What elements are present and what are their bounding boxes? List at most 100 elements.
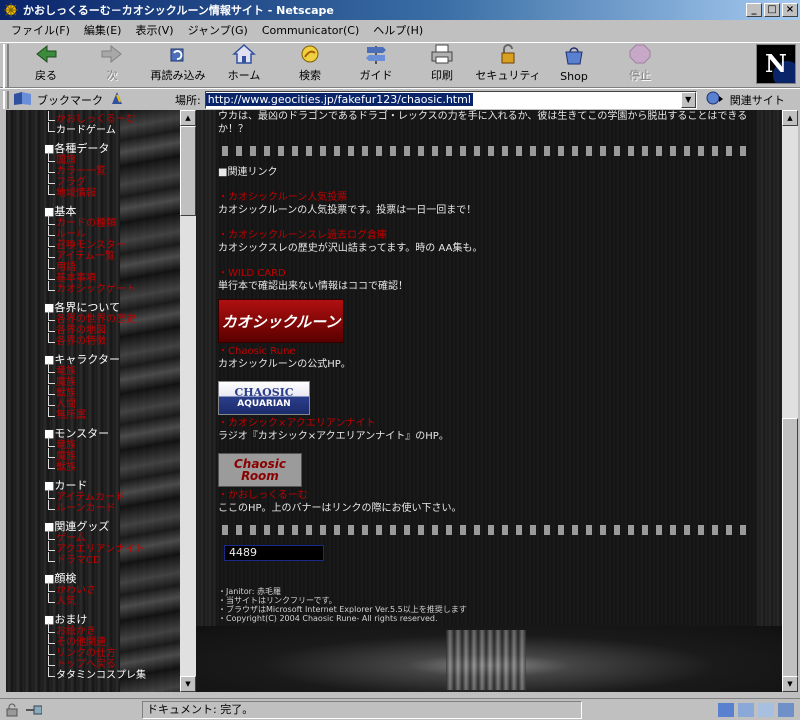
sidebar-link[interactable]: アクエリアンナイト <box>44 541 146 555</box>
sidebar-link[interactable]: カードゲーム <box>44 122 146 136</box>
sidebar-link[interactable]: アイテム一覧 <box>44 248 146 262</box>
back-button[interactable]: 戻る <box>13 43 79 87</box>
link-radio[interactable]: ・カオシック×アクエリアンナイト <box>218 417 756 430</box>
security-button[interactable]: セキュリティ <box>475 43 541 87</box>
bookmark-book-icon <box>13 91 33 108</box>
related-sites-button[interactable]: 関連サイト <box>705 90 785 109</box>
menu-file[interactable]: ファイル(F) <box>4 22 77 38</box>
sidebar-link[interactable]: トップへ戻る <box>44 656 146 670</box>
menu-communicator[interactable]: Communicator(C) <box>255 24 366 37</box>
sidebar-link[interactable]: 用語 <box>44 259 146 273</box>
sidebar-link[interactable]: 無所属 <box>44 407 146 421</box>
sidebar-link[interactable]: リンクの仕方 <box>44 645 146 659</box>
minimize-button[interactable]: _ <box>746 3 762 17</box>
sidebar-link[interactable]: 人間 <box>44 396 146 410</box>
link-block: ・カオシック×アクエリアンナイト ラジオ『カオシック×アクエリアンナイト』のHP… <box>218 417 756 443</box>
main-scrollbar[interactable]: ▲ ▼ <box>782 110 798 692</box>
sidebar-section: ■キャラクター 竜族 魔族 獣族 人間 無所属 <box>44 353 146 421</box>
url-input[interactable]: http://www.geocities.jp/fakefur123/chaos… <box>204 90 697 109</box>
stop-icon <box>627 43 653 65</box>
navigator-icon[interactable] <box>718 702 734 717</box>
sidebar-link[interactable]: 地域情報 <box>44 185 146 199</box>
sidebar-link[interactable]: 召喚モンスター <box>44 237 146 251</box>
link-log-archive[interactable]: ・カオシックルーンスレ過去ログ倉庫 <box>218 229 756 242</box>
menu-go[interactable]: ジャンプ(G) <box>181 22 255 38</box>
sidebar-link[interactable]: 竜族 <box>44 437 146 451</box>
sidebar-link[interactable]: 各界の地図 <box>44 322 146 336</box>
sidebar-link[interactable]: カラー一覧 <box>44 163 146 177</box>
stop-button[interactable]: 停止 <box>607 43 673 87</box>
netscape-logo[interactable]: N <box>756 44 796 84</box>
connection-icon <box>24 702 42 718</box>
sidebar-link[interactable]: 人気 <box>44 593 146 607</box>
home-button[interactable]: ホーム <box>211 43 277 87</box>
sidebar-link[interactable]: フラグ <box>44 174 146 188</box>
menu-edit[interactable]: 編集(E) <box>77 22 129 38</box>
composer-icon[interactable] <box>778 702 794 717</box>
menu-view[interactable]: 表示(V) <box>128 22 180 38</box>
sidebar-link[interactable]: ゲーム <box>44 530 146 544</box>
sidebar-link[interactable]: 竜族 <box>44 363 146 377</box>
home-icon <box>231 43 257 65</box>
location-grip[interactable] <box>3 90 9 109</box>
footer-line: ・Copyright(C) 2004 Chaosic Rune- All rig… <box>218 614 438 623</box>
mail-icon[interactable] <box>738 702 754 717</box>
print-button[interactable]: 印刷 <box>409 43 475 87</box>
sidebar-link[interactable]: かわいさ <box>44 582 146 596</box>
sidebar-link[interactable]: カードの種類 <box>44 215 146 229</box>
sidebar-link[interactable]: 各界の世界の歴史 <box>44 311 146 325</box>
scroll-down-icon[interactable]: ▼ <box>782 676 798 692</box>
discussion-icon[interactable] <box>758 702 774 717</box>
sidebar-link[interactable]: アイテムカード <box>44 489 146 503</box>
sidebar-link[interactable]: 魔族 <box>44 374 146 388</box>
chain-divider <box>218 146 750 156</box>
maximize-button[interactable]: □ <box>764 3 780 17</box>
forward-button[interactable]: 次 <box>79 43 145 87</box>
toolbar-grip[interactable] <box>3 44 9 88</box>
navigation-toolbar: 戻る 次 再読み込み ホーム 検索 ガイド 印刷 セキュリティ Shop 停止 <box>0 42 800 88</box>
sidebar-link[interactable]: 獣族 <box>44 385 146 399</box>
related-sites-icon <box>705 90 727 109</box>
scroll-up-icon[interactable]: ▲ <box>782 110 798 126</box>
main-scroll-thumb[interactable] <box>782 418 798 688</box>
security-lock-icon[interactable] <box>3 702 21 718</box>
chaosic-room-banner[interactable]: Chaosic Room <box>218 453 302 487</box>
sidebar-link[interactable]: 国旗 <box>44 152 146 166</box>
url-text[interactable]: http://www.geocities.jp/fakefur123/chaos… <box>205 93 473 106</box>
sidebar-link[interactable]: かおしっくるーむ <box>44 111 146 125</box>
reload-button[interactable]: 再読み込み <box>145 43 211 87</box>
scroll-up-icon[interactable]: ▲ <box>180 110 196 126</box>
sidebar-link[interactable]: その他関連 <box>44 634 146 648</box>
menu-help[interactable]: ヘルプ(H) <box>366 22 430 38</box>
sidebar-link[interactable]: 獣族 <box>44 459 146 473</box>
sidebar-scroll-thumb[interactable] <box>180 126 196 216</box>
forward-arrow-icon <box>99 43 125 65</box>
sidebar-link[interactable]: カオシックゲート <box>44 281 146 295</box>
search-icon <box>297 43 323 65</box>
aquarian-night-banner[interactable]: CHAOSIC AQUARIAN <box>218 381 310 415</box>
sidebar-link[interactable]: 基本事項 <box>44 270 146 284</box>
link-official[interactable]: ・Chaosic Rune <box>218 345 756 358</box>
sidebar-link[interactable]: タタミンコスプレ集 <box>44 667 146 681</box>
sidebar-scrollbar[interactable]: ▲ ▼ <box>180 110 196 692</box>
sidebar-link[interactable]: 魔族 <box>44 448 146 462</box>
sidebar-link[interactable]: ルーンカード <box>44 500 146 514</box>
page-proxy-icon[interactable] <box>109 90 125 109</box>
sidebar-link[interactable]: 各界の特徴 <box>44 333 146 347</box>
search-button[interactable]: 検索 <box>277 43 343 87</box>
sidebar-link[interactable]: ルール <box>44 226 146 240</box>
guide-button[interactable]: ガイド <box>343 43 409 87</box>
link-home[interactable]: ・かおしっくるーむ <box>218 489 756 502</box>
shop-button[interactable]: Shop <box>541 43 607 87</box>
link-vote[interactable]: ・カオシックルーン人気投票 <box>218 191 756 204</box>
sidebar-heading: ■カード <box>44 479 88 492</box>
sidebar-heading: ■顔検 <box>44 572 77 585</box>
chaosic-rune-banner[interactable]: カオシックルーン <box>218 299 344 343</box>
sidebar-link[interactable]: ドラマCD <box>44 552 146 566</box>
link-wild-card[interactable]: ・WILD CARD <box>218 267 756 280</box>
bookmarks-button[interactable]: ブックマーク <box>13 91 109 108</box>
url-dropdown-icon[interactable]: ▼ <box>680 91 696 108</box>
close-button[interactable]: × <box>782 3 798 17</box>
sidebar-link[interactable]: お絵かき <box>44 623 146 637</box>
scroll-down-icon[interactable]: ▼ <box>180 676 196 692</box>
